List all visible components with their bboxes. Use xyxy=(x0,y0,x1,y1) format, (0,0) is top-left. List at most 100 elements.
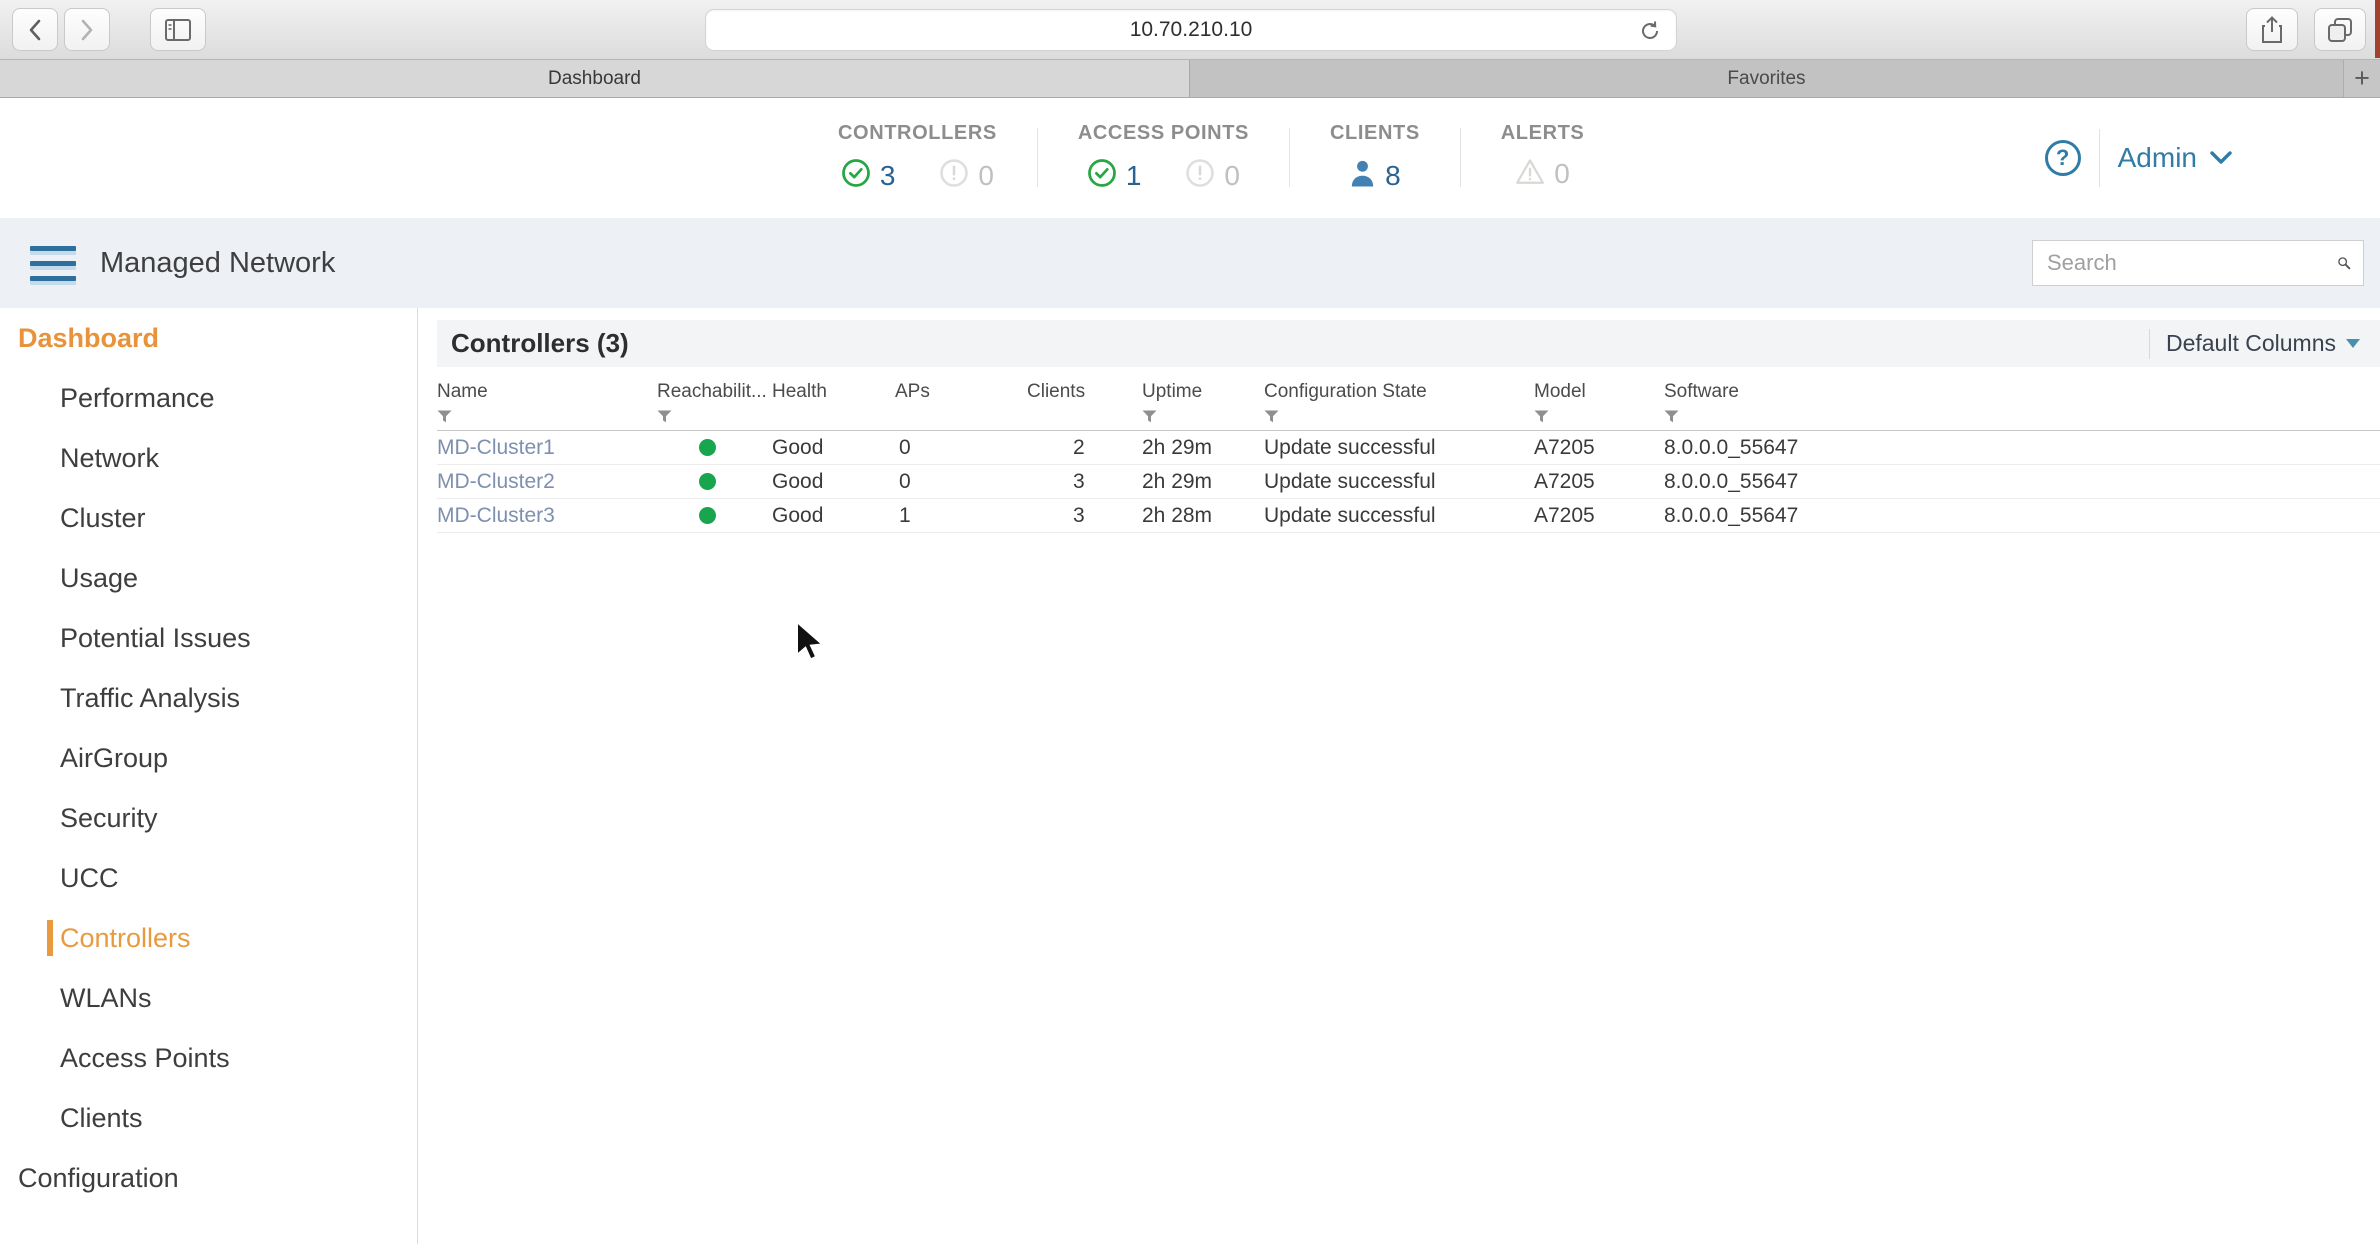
aps-cell: 0 xyxy=(895,436,1027,460)
filter-funnel-icon[interactable] xyxy=(657,410,772,424)
browser-chrome: 10.70.210.10 xyxy=(0,0,2380,60)
forward-button[interactable] xyxy=(64,8,110,51)
stat-metric[interactable]: 0 xyxy=(1515,158,1570,190)
controller-name-link[interactable]: MD-Cluster2 xyxy=(437,470,657,494)
column-header-clients[interactable]: Clients xyxy=(1027,381,1142,424)
tab-favorites[interactable]: Favorites xyxy=(1190,60,2343,97)
column-label: Model xyxy=(1534,381,1664,403)
stats-bar: CONTROLLERS 3 0 ACCESS POINTS 1 xyxy=(838,122,1624,193)
column-header-health[interactable]: Health xyxy=(772,381,895,424)
filter-funnel-icon[interactable] xyxy=(437,410,657,424)
reachability-up-icon xyxy=(699,439,716,456)
stat-value: 0 xyxy=(978,160,994,192)
search-icon[interactable] xyxy=(2337,250,2351,276)
chevron-right-icon xyxy=(79,18,95,42)
sidebar-item-controllers[interactable]: Controllers xyxy=(0,908,417,968)
column-label: APs xyxy=(895,381,1027,403)
column-label: Software xyxy=(1664,381,2380,403)
stat-value: 0 xyxy=(1554,158,1570,190)
user-menu[interactable]: Admin xyxy=(2118,142,2232,174)
share-button[interactable] xyxy=(2246,8,2298,51)
sidebar-item-performance[interactable]: Performance xyxy=(0,368,417,428)
divider xyxy=(2099,129,2100,187)
reload-button[interactable] xyxy=(1638,19,1662,49)
software-cell: 8.0.0.0_55647 xyxy=(1664,470,2380,494)
column-label: Configuration State xyxy=(1264,381,1534,403)
sidebar-item-traffic-analysis[interactable]: Traffic Analysis xyxy=(0,668,417,728)
column-header-aps[interactable]: APs xyxy=(895,381,1027,424)
config-state-cell: Update successful xyxy=(1264,436,1534,460)
help-button[interactable]: ? xyxy=(2045,140,2081,176)
health-cell: Good xyxy=(772,504,895,528)
stat-metric[interactable]: 3 xyxy=(841,158,896,193)
stat-metric[interactable]: 1 xyxy=(1087,158,1142,193)
column-header-software[interactable]: Software xyxy=(1664,381,2380,424)
back-button[interactable] xyxy=(12,8,58,51)
uptime-cell: 2h 28m xyxy=(1142,504,1264,528)
sidebar-item-security[interactable]: Security xyxy=(0,788,417,848)
search-input[interactable] xyxy=(2033,249,2337,277)
model-cell: A7205 xyxy=(1534,504,1664,528)
stat-metric[interactable]: 0 xyxy=(1185,158,1240,193)
sidebar-item-usage[interactable]: Usage xyxy=(0,548,417,608)
sidebar-item-wlans[interactable]: WLANs xyxy=(0,968,417,1028)
column-label: Name xyxy=(437,381,657,403)
stat-metric[interactable]: 8 xyxy=(1349,158,1401,193)
column-header-reachabilit[interactable]: Reachabilit... xyxy=(657,381,772,424)
column-header-uptime[interactable]: Uptime xyxy=(1142,381,1264,424)
help-icon: ? xyxy=(2056,145,2069,171)
columns-dropdown-label: Default Columns xyxy=(2166,330,2336,357)
page-title: Controllers (3) xyxy=(451,328,629,359)
aps-cell: 0 xyxy=(895,470,1027,494)
sidebar-item-access-points[interactable]: Access Points xyxy=(0,1028,417,1088)
reachability-cell xyxy=(657,507,772,524)
model-cell: A7205 xyxy=(1534,436,1664,460)
clients-icon xyxy=(1349,158,1376,193)
sidebar-item-ucc[interactable]: UCC xyxy=(0,848,417,908)
sidebar-item-cluster[interactable]: Cluster xyxy=(0,488,417,548)
sidebar-item-airgroup[interactable]: AirGroup xyxy=(0,728,417,788)
address-bar[interactable]: 10.70.210.10 xyxy=(705,9,1677,51)
stat-metric[interactable]: 0 xyxy=(939,158,994,193)
column-header-configuration-state[interactable]: Configuration State xyxy=(1264,381,1534,424)
tab-overview-button[interactable] xyxy=(2314,8,2366,51)
column-label: Health xyxy=(772,381,895,403)
table-row-md-cluster3: MD-Cluster3 Good 1 3 2h 28m Update succe… xyxy=(437,499,2380,533)
filter-funnel-icon[interactable] xyxy=(1264,410,1534,424)
table-header: NameReachabilit...HealthAPsClientsUptime… xyxy=(437,381,2380,431)
tabs-icon xyxy=(2327,17,2353,43)
column-header-name[interactable]: Name xyxy=(437,381,657,424)
stat-value: 8 xyxy=(1385,160,1401,192)
menu-button[interactable] xyxy=(30,246,76,281)
filter-funnel-icon[interactable] xyxy=(1142,410,1264,424)
sidebar-toggle-button[interactable] xyxy=(150,8,206,51)
filter-funnel-icon[interactable] xyxy=(1534,410,1664,424)
stat-clients: CLIENTS 8 xyxy=(1290,122,1460,193)
neutral-circle-icon xyxy=(1185,158,1215,193)
reachability-up-icon xyxy=(699,507,716,524)
alert-triangle-icon xyxy=(1515,158,1545,190)
controller-name-link[interactable]: MD-Cluster1 xyxy=(437,436,657,460)
columns-dropdown[interactable]: Default Columns xyxy=(2149,329,2360,359)
tab-dashboard[interactable]: Dashboard xyxy=(0,60,1190,97)
share-icon xyxy=(2261,16,2283,44)
sidebar-item-potential-issues[interactable]: Potential Issues xyxy=(0,608,417,668)
screen-edge-artifact xyxy=(2375,0,2380,58)
controller-name-link[interactable]: MD-Cluster3 xyxy=(437,504,657,528)
stat-access-points: ACCESS POINTS 1 0 xyxy=(1038,122,1289,193)
sidebar-item-dashboard[interactable]: Dashboard xyxy=(0,308,417,368)
new-tab-button[interactable]: + xyxy=(2343,60,2380,97)
divider xyxy=(2149,329,2150,359)
sidebar-item-configuration[interactable]: Configuration xyxy=(0,1148,417,1208)
sidebar-item-network[interactable]: Network xyxy=(0,428,417,488)
clients-cell: 3 xyxy=(1027,504,1142,528)
table-body: MD-Cluster1 Good 0 2 2h 29m Update succe… xyxy=(437,431,2380,533)
sidebar-nav: DashboardPerformanceNetworkClusterUsageP… xyxy=(0,308,418,1244)
filter-funnel-icon[interactable] xyxy=(1664,410,2380,424)
check-circle-icon xyxy=(841,158,871,193)
reload-icon xyxy=(1638,19,1662,43)
sidebar-item-clients[interactable]: Clients xyxy=(0,1088,417,1148)
column-header-model[interactable]: Model xyxy=(1534,381,1664,424)
aps-cell: 1 xyxy=(895,504,1027,528)
neutral-circle-icon xyxy=(939,158,969,193)
